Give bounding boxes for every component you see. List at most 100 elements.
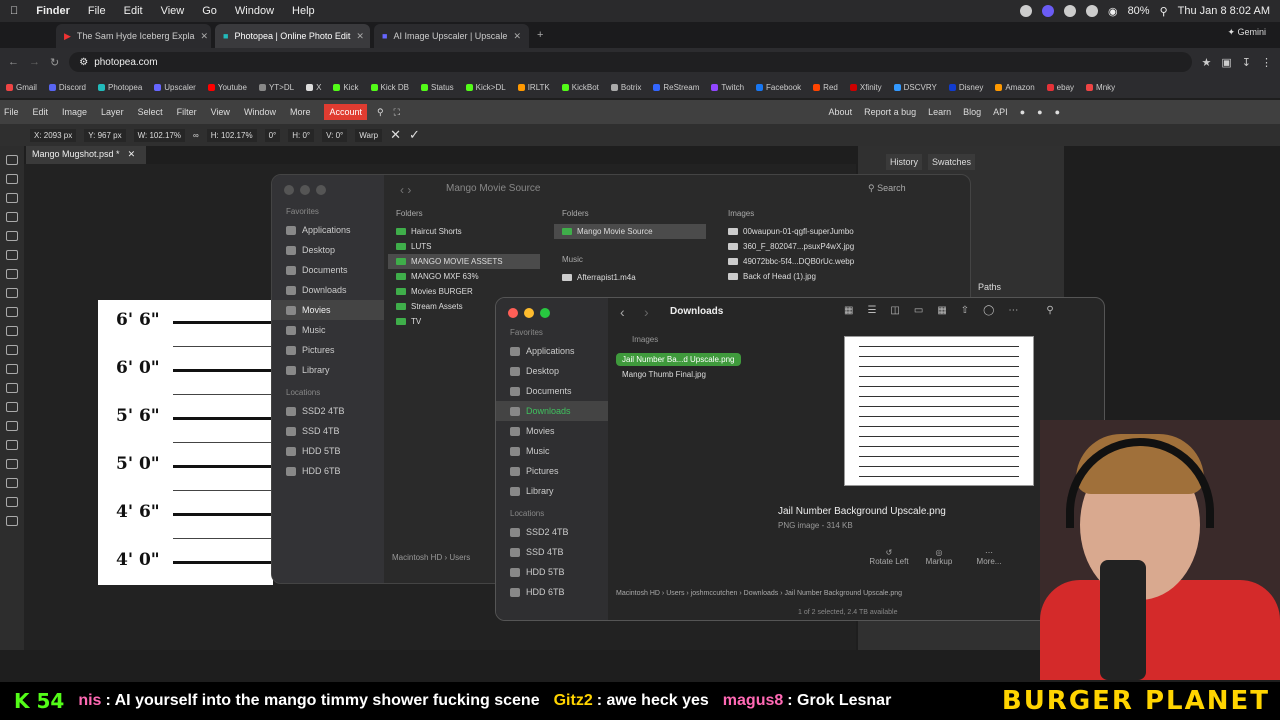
pp-menu-file[interactable]: File (4, 107, 19, 117)
bookmark-item[interactable]: DSCVRY (893, 83, 937, 92)
search-icon[interactable]: ⚲ (1160, 5, 1168, 18)
pp-menu-select[interactable]: Select (138, 107, 163, 117)
brush-tool-icon[interactable] (6, 288, 18, 298)
blur-tool-icon[interactable] (6, 383, 18, 393)
close-window-button[interactable] (284, 185, 294, 195)
more-icon[interactable]: ⋯ (1008, 305, 1018, 316)
sidebar-item-hdd-6tb[interactable]: HDD 6TB (272, 461, 384, 481)
menubar-datetime[interactable]: Thu Jan 8 8:02 AM (1178, 5, 1270, 17)
sidebar-item-ssd2-4tb[interactable]: SSD2 4TB (272, 401, 384, 421)
folder-item[interactable]: MANGO MOVIE ASSETS (388, 254, 540, 269)
path-item[interactable]: Macintosh HD (616, 590, 660, 597)
site-info-icon[interactable]: ⚙ (79, 57, 88, 68)
sidebar-item-hdd-6tb[interactable]: HDD 6TB (496, 582, 608, 602)
sidebar-item-pictures[interactable]: Pictures (272, 340, 384, 360)
width-field[interactable]: W: 102.17% (133, 128, 186, 142)
sidebar-item-pictures[interactable]: Pictures (496, 461, 608, 481)
tab-swatches[interactable]: Swatches (928, 154, 976, 170)
folder-item[interactable]: 49072bbc-5f4...DQB0rUc.webp (720, 254, 870, 269)
gemini-button[interactable]: ✦ Gemini (1227, 27, 1266, 38)
stamp-tool-icon[interactable] (6, 307, 18, 317)
extensions-icon[interactable]: ▣ (1221, 56, 1231, 69)
h-skew-field[interactable]: H: 0° (288, 128, 315, 142)
menubar-window[interactable]: Window (235, 5, 274, 17)
gallery-view-icon[interactable]: ▭ (914, 305, 923, 316)
search-field[interactable]: ⚲ Search (868, 183, 906, 194)
more-button[interactable]: ⋯ More... (964, 548, 1014, 566)
magic-wand-tool-icon[interactable] (6, 212, 18, 222)
path-item[interactable]: joshmccutchen (691, 590, 738, 597)
file-item-selected[interactable]: Jail Number Ba...d Upscale.png (616, 353, 741, 366)
bookmark-item[interactable]: Youtube (207, 83, 247, 92)
menubar-file[interactable]: File (88, 5, 106, 17)
bookmark-item[interactable]: IRLTK (517, 83, 550, 92)
apple-icon[interactable]:  (10, 5, 18, 17)
bookmark-star-icon[interactable]: ★ (1202, 56, 1212, 69)
pp-menu-more[interactable]: More (290, 107, 311, 117)
sidebar-item-music[interactable]: Music (496, 441, 608, 461)
cancel-icon[interactable]: ✕ (390, 127, 401, 143)
path-select-tool-icon[interactable] (6, 459, 18, 469)
y-field[interactable]: Y: 967 px (84, 128, 126, 142)
back-icon[interactable]: ← (8, 56, 19, 68)
browser-tab-active[interactable]: ■ Photopea | Online Photo Edit ✕ (215, 24, 370, 48)
menubar-edit[interactable]: Edit (124, 5, 143, 17)
sidebar-item-ssd-4tb[interactable]: SSD 4TB (272, 421, 384, 441)
pp-menu-edit[interactable]: Edit (33, 107, 49, 117)
learn-link[interactable]: Learn (928, 107, 951, 117)
menubar-view[interactable]: View (161, 5, 185, 17)
sidebar-item-applications[interactable]: Applications (496, 341, 608, 361)
shape-tool-icon[interactable] (6, 478, 18, 488)
twitter-icon[interactable]: ● (1037, 107, 1042, 117)
tag-icon[interactable]: ◯ (983, 305, 994, 316)
v-skew-field[interactable]: V: 0° (322, 128, 348, 142)
bookmark-item[interactable]: ebay (1046, 83, 1074, 92)
bookmark-item[interactable]: Amazon (995, 83, 1035, 92)
folder-item[interactable]: Afterrapist1.m4a (554, 270, 706, 285)
about-link[interactable]: About (829, 107, 853, 117)
pen-tool-icon[interactable] (6, 421, 18, 431)
lasso-tool-icon[interactable] (6, 193, 18, 203)
bookmark-item[interactable]: Facebook (756, 83, 801, 92)
sidebar-item-library[interactable]: Library (272, 360, 384, 380)
sidebar-item-desktop[interactable]: Desktop (496, 361, 608, 381)
menubar-help[interactable]: Help (292, 5, 315, 17)
status-icon[interactable] (1019, 5, 1032, 17)
sidebar-item-ssd-4tb[interactable]: SSD 4TB (496, 542, 608, 562)
back-icon[interactable]: ‹ (620, 304, 625, 320)
browser-tab[interactable]: ▶ The Sam Hyde Iceberg Expla ✕ (56, 24, 211, 48)
url-field[interactable]: ⚙ photopea.com (69, 52, 1192, 72)
fullscreen-icon[interactable]: ⛶ (394, 107, 400, 118)
document-tab[interactable]: Mango Mugshot.psd * ✕ (26, 146, 146, 164)
sidebar-item-downloads[interactable]: Downloads (496, 401, 608, 421)
share-icon[interactable]: ⇧ (961, 305, 969, 316)
bookmark-item[interactable]: Upscaler (154, 83, 196, 92)
menubar-go[interactable]: Go (202, 5, 217, 17)
close-icon[interactable]: ✕ (128, 149, 136, 161)
close-icon[interactable]: ✕ (513, 31, 521, 42)
link-icon[interactable]: ∞ (193, 131, 199, 140)
icon-view-icon[interactable]: ▦ (844, 305, 853, 316)
pp-menu-image[interactable]: Image (62, 107, 87, 117)
control-icon[interactable] (1063, 5, 1076, 17)
bookmark-item[interactable]: Kick (333, 83, 359, 92)
history-brush-tool-icon[interactable] (6, 326, 18, 336)
blog-link[interactable]: Blog (963, 107, 981, 117)
zoom-window-button[interactable] (540, 308, 550, 318)
search-icon[interactable]: ⚲ (377, 107, 384, 118)
back-icon[interactable]: ‹ › (400, 183, 411, 197)
new-tab-icon[interactable]: + (537, 29, 543, 41)
sidebar-item-desktop[interactable]: Desktop (272, 240, 384, 260)
bookmark-item[interactable]: ReStream (653, 83, 699, 92)
group-icon[interactable]: ▦ (937, 305, 946, 316)
file-item[interactable]: Mango Thumb Final.jpg (616, 368, 712, 381)
path-item[interactable]: Jail Number Background Upscale.png (785, 590, 903, 597)
bookmark-item[interactable]: Kick DB (370, 83, 409, 92)
bookmark-item[interactable]: Mnky (1086, 83, 1115, 92)
reddit-icon[interactable]: ● (1020, 107, 1025, 117)
hand-tool-icon[interactable] (6, 497, 18, 507)
folder-item[interactable]: Back of Head (1).jpg (720, 269, 870, 284)
menubar-app-name[interactable]: Finder (36, 5, 70, 17)
api-link[interactable]: API (993, 107, 1008, 117)
folder-item[interactable]: 00waupun-01-qgfl-superJumbo (720, 224, 870, 239)
